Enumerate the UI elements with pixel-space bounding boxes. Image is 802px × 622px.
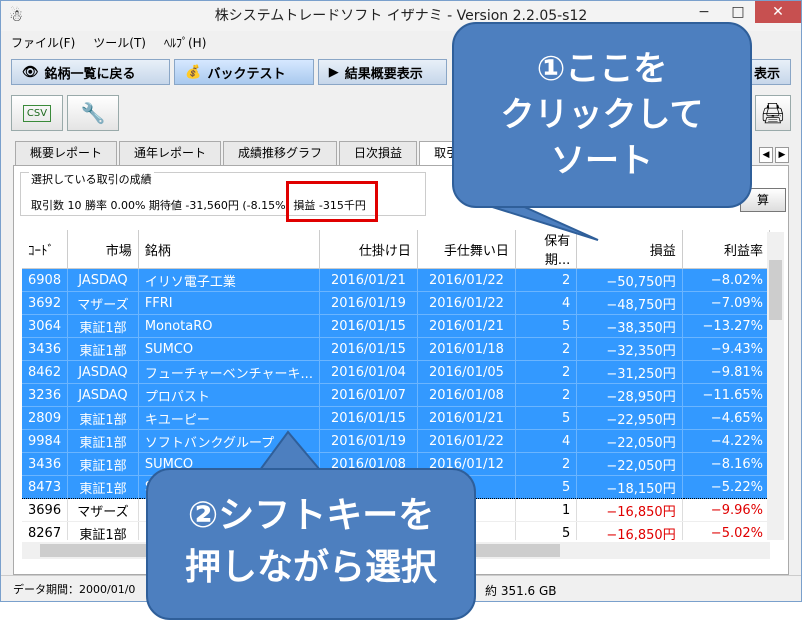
callout2-tail — [258, 430, 323, 471]
callout-shift-select: ②シフトキーを 押しながら選択 — [146, 468, 476, 620]
callout-click-to-sort: ①ここを クリックして ソート — [452, 22, 752, 208]
